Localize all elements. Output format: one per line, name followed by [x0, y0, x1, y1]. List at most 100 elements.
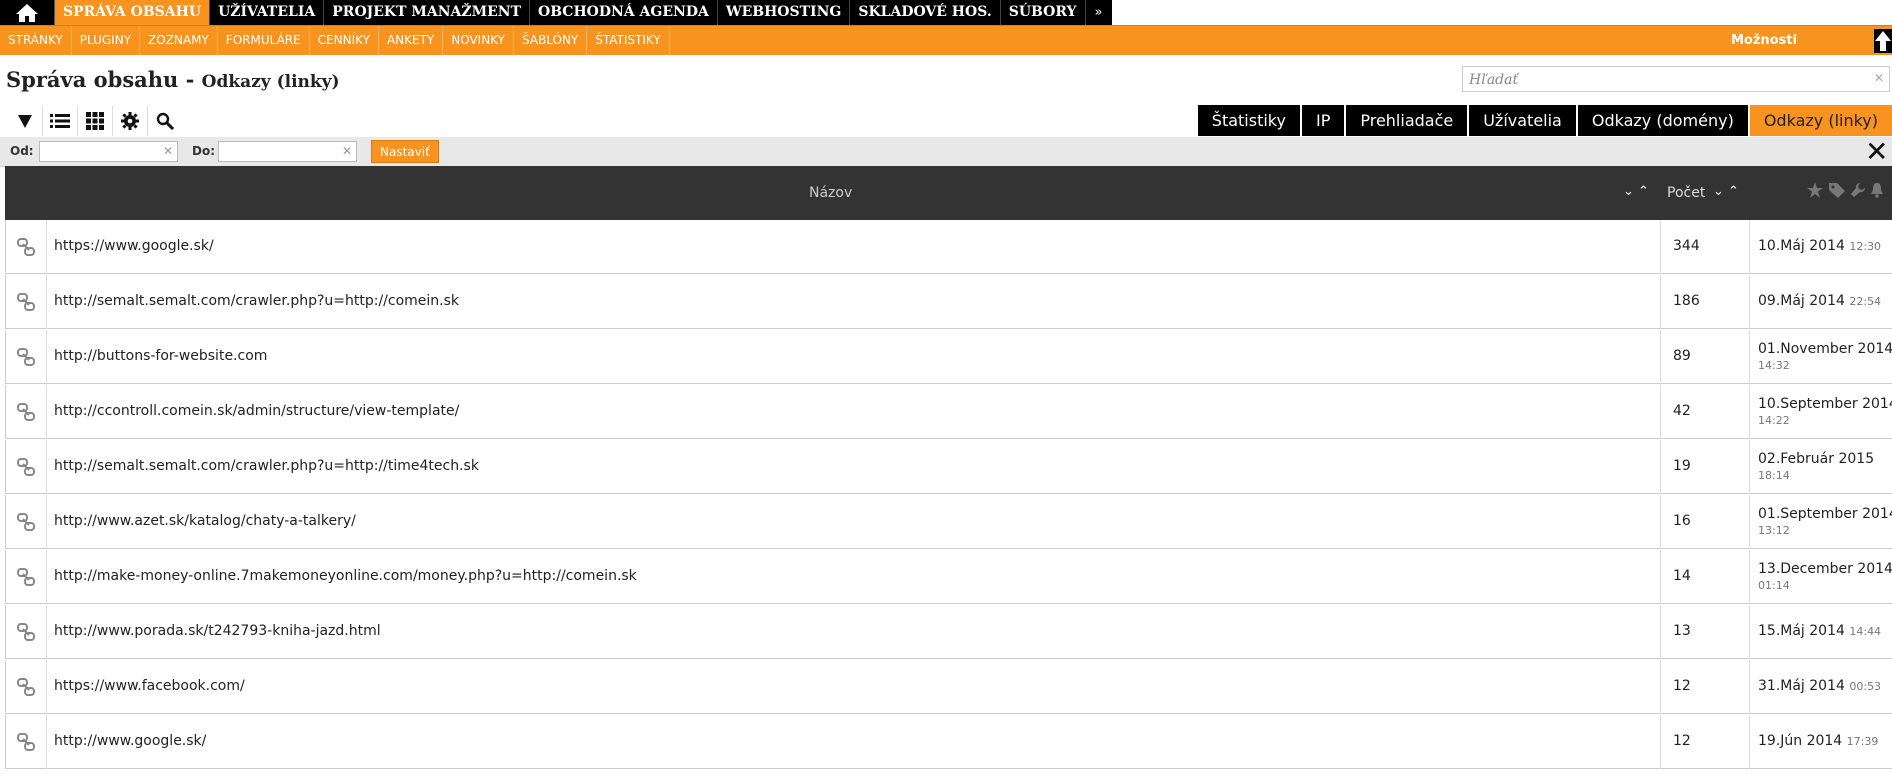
- gear-icon[interactable]: [113, 106, 148, 136]
- sub-nav: STRÁNKY PLUGINY ZOZNAMY FORMULÁRE CENNÍK…: [0, 25, 1892, 55]
- link-count: 16: [1673, 513, 1691, 529]
- count-cell: 13: [1660, 605, 1750, 659]
- od-date-input[interactable]: ✕: [39, 141, 178, 162]
- subnav-item-ankety[interactable]: ANKETY: [379, 26, 444, 55]
- sort-nazov-icon[interactable]: ⌄ ⌃: [1623, 184, 1649, 199]
- topnav-item-uzivatelia[interactable]: UŽÍVATELIA: [210, 0, 325, 25]
- subnav-item-cenniky[interactable]: CENNÍKY: [310, 26, 379, 55]
- topnav-item-sprava-obsahu[interactable]: SPRÁVA OBSAHU: [55, 0, 211, 25]
- tab-odkazy-domeny[interactable]: Odkazy (domény): [1577, 105, 1748, 136]
- tag-icon[interactable]: [1828, 182, 1846, 198]
- date-value: 01.September 2014: [1758, 506, 1892, 522]
- link-icon[interactable]: [6, 495, 47, 549]
- do-label: Do:: [192, 144, 216, 158]
- subnav-item-formulare[interactable]: FORMULÁRE: [218, 26, 310, 55]
- link-icon[interactable]: [6, 715, 47, 769]
- search-icon[interactable]: [148, 106, 182, 136]
- link-icon[interactable]: [6, 220, 47, 274]
- subnav-item-pluginy[interactable]: PLUGINY: [72, 26, 141, 55]
- date-cell: 02.Február 2015 18:14: [1758, 451, 1874, 484]
- link-count: 344: [1673, 238, 1700, 254]
- table-row[interactable]: http://www.google.sk/12 19.Jún 2014 17:39: [5, 715, 1892, 769]
- link-icon[interactable]: [6, 330, 47, 384]
- clear-icon[interactable]: ✕: [342, 144, 352, 158]
- table-row[interactable]: https://www.facebook.com/12 31.Máj 2014 0…: [5, 660, 1892, 714]
- link-url[interactable]: https://www.facebook.com/: [54, 678, 245, 694]
- topnav-item-obchodna-agenda[interactable]: OBCHODNÁ AGENDA: [530, 0, 718, 25]
- star-icon[interactable]: [1806, 182, 1824, 198]
- link-count: 12: [1673, 678, 1691, 694]
- tab-uzivatelia[interactable]: Užívatelia: [1469, 105, 1576, 136]
- date-value: 13.December 2014: [1758, 561, 1892, 577]
- subnav-item-novinky[interactable]: NOVINKY: [443, 26, 514, 55]
- table-row[interactable]: http://www.porada.sk/t242793-kniha-jazd.…: [5, 605, 1892, 659]
- link-url[interactable]: http://ccontroll.comein.sk/admin/structu…: [54, 403, 459, 419]
- link-url[interactable]: http://www.azet.sk/katalog/chaty-a-talke…: [54, 513, 356, 529]
- grid-view-icon[interactable]: [78, 106, 113, 136]
- column-nazov[interactable]: Názov: [809, 185, 852, 201]
- search-input[interactable]: [1467, 68, 1861, 92]
- count-cell: 186: [1660, 275, 1750, 329]
- link-url[interactable]: http://www.google.sk/: [54, 733, 206, 749]
- search-clear-icon[interactable]: ✕: [1874, 71, 1884, 85]
- link-url[interactable]: https://www.google.sk/: [54, 238, 214, 254]
- scroll-top-icon[interactable]: [1874, 29, 1892, 53]
- count-cell: 344: [1660, 220, 1750, 274]
- table-row[interactable]: https://www.google.sk/344 10.Máj 2014 12:…: [5, 220, 1892, 274]
- date-cell: 10.September 2014 14:22: [1758, 396, 1892, 429]
- link-count: 89: [1673, 348, 1691, 364]
- table-row[interactable]: http://semalt.semalt.com/crawler.php?u=h…: [5, 440, 1892, 494]
- link-url[interactable]: http://make-money-online.7makemoneyonlin…: [54, 568, 637, 584]
- table-row[interactable]: http://www.azet.sk/katalog/chaty-a-talke…: [5, 495, 1892, 549]
- link-url[interactable]: http://semalt.semalt.com/crawler.php?u=h…: [54, 458, 479, 474]
- list-view-icon[interactable]: [43, 106, 78, 136]
- home-icon[interactable]: [0, 0, 55, 25]
- wrench-icon[interactable]: [1850, 182, 1866, 198]
- table-row[interactable]: http://buttons-for-website.com 89 01.Novem…: [5, 330, 1892, 384]
- link-icon[interactable]: [6, 385, 47, 439]
- topnav-item-webhosting[interactable]: WEBHOSTING: [718, 0, 851, 25]
- tab-statistiky[interactable]: Štatistiky: [1197, 105, 1300, 136]
- date-value: 02.Február 2015: [1758, 451, 1875, 467]
- link-count: 19: [1673, 458, 1691, 474]
- subnav-item-sablony[interactable]: ŠABLÓNY: [514, 26, 588, 55]
- do-date-input[interactable]: ✕: [218, 141, 357, 162]
- table-row[interactable]: http://semalt.semalt.com/crawler.php?u=h…: [5, 275, 1892, 329]
- tab-odkazy-linky[interactable]: Odkazy (linky): [1749, 105, 1892, 136]
- bell-icon[interactable]: [1870, 182, 1884, 198]
- tab-prehliadace[interactable]: Prehliadače: [1346, 105, 1468, 136]
- subnav-item-statistiky[interactable]: ŠTATISTIKY: [587, 26, 670, 55]
- date-cell: 09.Máj 2014 22:54: [1758, 293, 1881, 309]
- tab-ip[interactable]: IP: [1301, 105, 1345, 136]
- topnav-item-projekt-manazment[interactable]: PROJEKT MANAŽMENT: [324, 0, 531, 25]
- table-row[interactable]: http://ccontroll.comein.sk/admin/structu…: [5, 385, 1892, 439]
- date-value: 10.September 2014: [1758, 396, 1892, 412]
- nastavit-button[interactable]: Nastaviť: [371, 140, 439, 163]
- column-pocet[interactable]: Počet: [1667, 185, 1705, 201]
- clear-icon[interactable]: ✕: [163, 144, 173, 158]
- link-url[interactable]: http://buttons-for-website.com: [54, 348, 267, 364]
- table-row[interactable]: http://make-money-online.7makemoneyonlin…: [5, 550, 1892, 604]
- moznosti-link[interactable]: Možnosti: [1731, 26, 1797, 55]
- link-icon[interactable]: [6, 550, 47, 604]
- time-value: 14:22: [1758, 414, 1790, 427]
- sort-pocet-icon[interactable]: ⌄ ⌃: [1713, 184, 1739, 199]
- date-value: 10.Máj 2014: [1758, 238, 1845, 254]
- subnav-item-stranky[interactable]: STRÁNKY: [0, 26, 72, 55]
- link-icon[interactable]: [6, 605, 47, 659]
- close-icon[interactable]: ✕: [1865, 138, 1888, 166]
- count-cell: 12: [1660, 715, 1750, 769]
- link-icon[interactable]: [6, 440, 47, 494]
- link-icon[interactable]: [6, 660, 47, 714]
- date-cell: 15.Máj 2014 14:44: [1758, 623, 1881, 639]
- filter-icon[interactable]: [8, 106, 43, 136]
- link-icon[interactable]: [6, 275, 47, 329]
- link-count: 12: [1673, 733, 1691, 749]
- topnav-item-skladove-hos[interactable]: SKLADOVÉ HOS.: [850, 0, 1001, 25]
- subnav-item-zoznamy[interactable]: ZOZNAMY: [140, 26, 218, 55]
- link-url[interactable]: http://semalt.semalt.com/crawler.php?u=h…: [54, 293, 459, 309]
- topnav-item-subory[interactable]: SÚBORY: [1001, 0, 1086, 25]
- time-value: 01:14: [1758, 579, 1790, 592]
- topnav-more-button[interactable]: »: [1086, 0, 1112, 25]
- link-url[interactable]: http://www.porada.sk/t242793-kniha-jazd.…: [54, 623, 381, 639]
